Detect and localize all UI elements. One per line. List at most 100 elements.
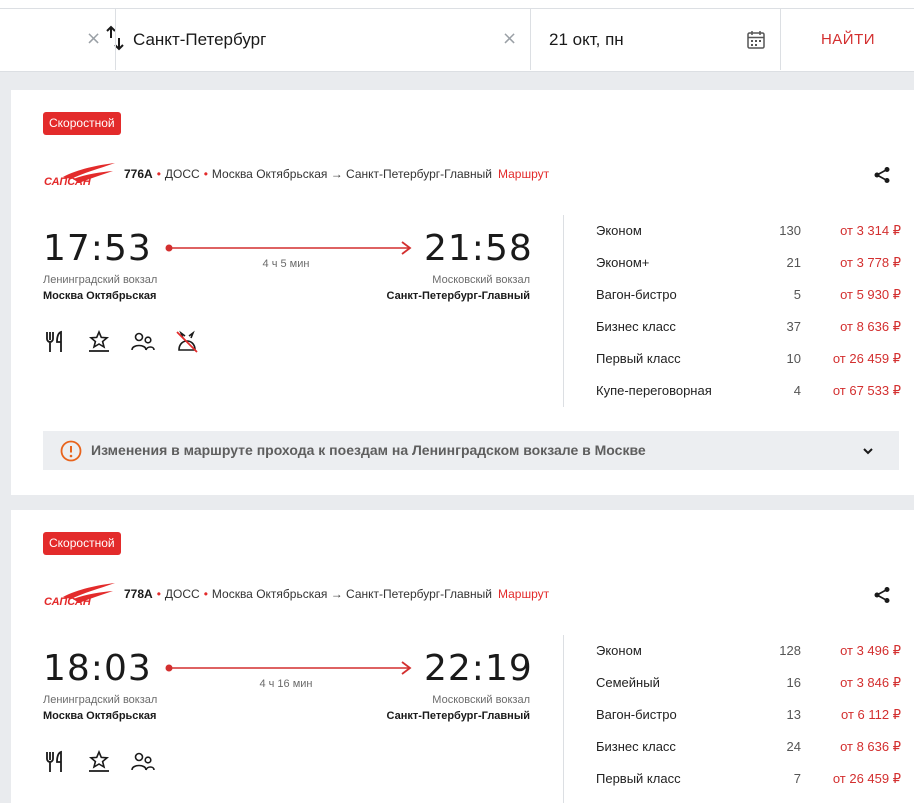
family-icon[interactable] bbox=[131, 330, 155, 354]
share-icon[interactable] bbox=[873, 586, 891, 604]
route-link[interactable]: Маршрут bbox=[498, 167, 549, 181]
class-price[interactable]: от 3 314 ₽ bbox=[840, 220, 901, 242]
seat-count: 24 bbox=[786, 739, 801, 754]
seat-count: 13 bbox=[786, 707, 801, 722]
class-row[interactable]: Бизнес класс 37 от 8 636 ₽ bbox=[596, 316, 901, 348]
arrival-city: Санкт-Петербург-Главный bbox=[386, 290, 530, 302]
find-cell: НАЙТИ bbox=[780, 8, 914, 70]
family-icon[interactable] bbox=[131, 750, 155, 774]
carrier: ДОСС bbox=[164, 167, 200, 181]
class-name: Бизнес класс bbox=[596, 739, 676, 754]
arrival-station: Московский вокзал bbox=[432, 274, 530, 286]
class-list: Эконом 128 от 3 496 ₽ Семейный 16 от 3 846 ₽… bbox=[596, 640, 901, 800]
train-type-badge: Скоростной bbox=[43, 112, 121, 135]
no-pets-icon[interactable] bbox=[175, 330, 199, 354]
class-name: Эконом bbox=[596, 643, 642, 658]
train-card: Скоростной САПСАН 776А • ДОСС • Москва Октяб… bbox=[11, 90, 914, 495]
departure-city: Москва Октябрьская bbox=[43, 710, 157, 722]
comfort-class-icon[interactable] bbox=[87, 330, 111, 354]
restaurant-icon[interactable] bbox=[43, 750, 67, 774]
divider bbox=[563, 635, 564, 803]
train-number: 778А bbox=[124, 587, 153, 601]
class-row[interactable]: Вагон-бистро 13 от 6 112 ₽ bbox=[596, 704, 901, 736]
seat-count: 21 bbox=[786, 255, 801, 270]
arrival-city: Санкт-Петербург-Главный bbox=[386, 710, 530, 722]
route-arrow bbox=[165, 241, 412, 255]
restaurant-icon[interactable] bbox=[43, 330, 67, 354]
train-type-badge: Скоростной bbox=[43, 532, 121, 555]
class-name: Первый класс bbox=[596, 351, 681, 366]
class-price[interactable]: от 8 636 ₽ bbox=[840, 736, 901, 758]
class-name: Купе-переговорная bbox=[596, 383, 712, 398]
class-name: Эконом+ bbox=[596, 255, 650, 270]
class-row[interactable]: Эконом+ 21 от 3 778 ₽ bbox=[596, 252, 901, 284]
route-link[interactable]: Маршрут bbox=[498, 587, 549, 601]
svg-text:САПСАН: САПСАН bbox=[44, 176, 92, 188]
class-row[interactable]: Семейный 16 от 3 846 ₽ bbox=[596, 672, 901, 704]
class-price[interactable]: от 8 636 ₽ bbox=[840, 316, 901, 338]
comfort-class-icon[interactable] bbox=[87, 750, 111, 774]
arrival-station: Московский вокзал bbox=[432, 694, 530, 706]
class-name: Бизнес класс bbox=[596, 319, 676, 334]
to-field[interactable]: Санкт-Петербург × bbox=[115, 8, 531, 70]
to-input[interactable]: Санкт-Петербург bbox=[133, 29, 266, 51]
travel-duration: 4 ч 16 мин bbox=[259, 678, 313, 690]
arrival-time: 22:19 bbox=[424, 648, 533, 689]
seat-count: 4 bbox=[793, 383, 801, 398]
seat-count: 5 bbox=[793, 287, 801, 302]
seat-count: 130 bbox=[779, 223, 801, 238]
date-input[interactable]: 21 окт, пн bbox=[549, 29, 624, 51]
class-price[interactable]: от 3 846 ₽ bbox=[840, 672, 901, 694]
route-arrow bbox=[165, 661, 412, 675]
train-number: 776А bbox=[124, 167, 153, 181]
find-button[interactable]: НАЙТИ bbox=[781, 9, 914, 71]
class-row[interactable]: Эконом 128 от 3 496 ₽ bbox=[596, 640, 901, 672]
class-price[interactable]: от 26 459 ₽ bbox=[833, 768, 901, 790]
class-list: Эконом 130 от 3 314 ₽ Эконом+ 21 от 3 778 ₽ … bbox=[596, 220, 901, 412]
departure-time: 18:03 bbox=[43, 648, 152, 689]
class-row[interactable]: Вагон-бистро 5 от 5 930 ₽ bbox=[596, 284, 901, 316]
class-price[interactable]: от 6 112 ₽ bbox=[841, 704, 901, 726]
class-row[interactable]: Бизнес класс 24 от 8 636 ₽ bbox=[596, 736, 901, 768]
share-icon[interactable] bbox=[873, 166, 891, 184]
date-field[interactable]: 21 окт, пн bbox=[530, 8, 781, 70]
class-name: Вагон-бистро bbox=[596, 287, 677, 302]
divider bbox=[563, 215, 564, 407]
sapsan-logo: САПСАН bbox=[44, 583, 115, 608]
class-price[interactable]: от 5 930 ₽ bbox=[840, 284, 901, 306]
class-price[interactable]: от 67 533 ₽ bbox=[833, 380, 901, 402]
class-price[interactable]: от 26 459 ₽ bbox=[833, 348, 901, 370]
info-icon bbox=[60, 440, 82, 462]
seat-count: 16 bbox=[786, 675, 801, 690]
svg-text:САПСАН: САПСАН bbox=[44, 596, 92, 608]
train-route-info: 776А • ДОСС • Москва Октябрьская → Санкт-Пет… bbox=[124, 167, 550, 181]
sapsan-logo: САПСАН bbox=[44, 163, 115, 188]
class-name: Первый класс bbox=[596, 771, 681, 786]
departure-time: 17:53 bbox=[43, 228, 152, 269]
class-name: Вагон-бистро bbox=[596, 707, 677, 722]
carrier: ДОСС bbox=[164, 587, 200, 601]
seat-count: 128 bbox=[779, 643, 801, 658]
chevron-down-icon[interactable] bbox=[861, 444, 875, 458]
departure-city: Москва Октябрьская bbox=[43, 290, 157, 302]
from-field[interactable]: × bbox=[0, 8, 115, 70]
route-stations: Москва Октябрьская → Санкт-Петербург-Гла… bbox=[211, 167, 492, 181]
class-name: Семейный bbox=[596, 675, 660, 690]
arrival-time: 21:58 bbox=[424, 228, 533, 269]
class-price[interactable]: от 3 778 ₽ bbox=[840, 252, 901, 274]
train-card: Скоростной САПСАН 778А • ДОСС • Москва Октяб… bbox=[11, 510, 914, 803]
departure-station: Ленинградский вокзал bbox=[43, 274, 158, 286]
clear-from-icon[interactable]: × bbox=[86, 29, 101, 49]
notice-text: Изменения в маршруте прохода к поездам н… bbox=[91, 442, 646, 458]
calendar-icon[interactable] bbox=[746, 30, 766, 50]
class-row[interactable]: Эконом 130 от 3 314 ₽ bbox=[596, 220, 901, 252]
class-price[interactable]: от 3 496 ₽ bbox=[840, 640, 901, 662]
clear-to-icon[interactable]: × bbox=[502, 29, 517, 49]
train-route-info: 778А • ДОСС • Москва Октябрьская → Санкт-Пет… bbox=[124, 587, 550, 601]
seat-count: 10 bbox=[786, 351, 801, 366]
route-change-notice[interactable]: Изменения в маршруте прохода к поездам н… bbox=[43, 431, 899, 470]
class-row[interactable]: Купе-переговорная 4 от 67 533 ₽ bbox=[596, 380, 901, 412]
search-bar: × Санкт-Петербург × 21 окт, пн НАЙТИ bbox=[0, 0, 914, 72]
class-row[interactable]: Первый класс 7 от 26 459 ₽ bbox=[596, 768, 901, 800]
class-row[interactable]: Первый класс 10 от 26 459 ₽ bbox=[596, 348, 901, 380]
